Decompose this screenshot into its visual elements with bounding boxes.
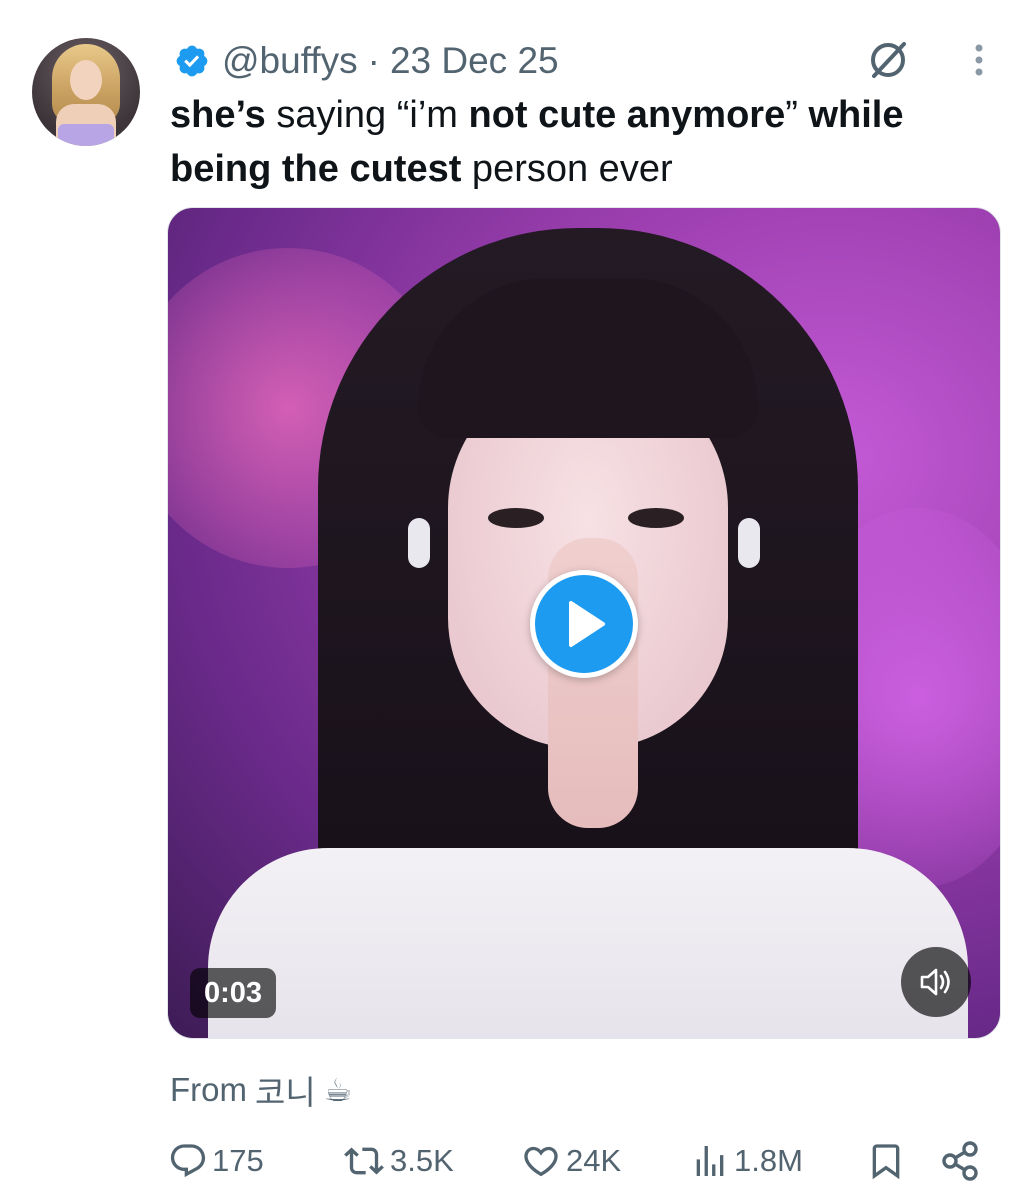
avatar[interactable] — [32, 38, 140, 146]
post-text-segment: not cute anymore — [468, 94, 786, 136]
post-text-segment: saying “i’m — [265, 94, 469, 136]
earpiece — [408, 518, 430, 568]
like-count: 24K — [566, 1143, 622, 1178]
earpiece — [738, 518, 760, 568]
video-subject-eye — [628, 508, 684, 528]
play-icon — [569, 601, 605, 647]
bookmark-button[interactable] — [866, 1136, 906, 1186]
views-button[interactable]: 1.8M — [690, 1136, 803, 1186]
post-date[interactable]: 23 Dec 25 — [390, 40, 559, 82]
like-icon — [524, 1146, 558, 1177]
post-header: @buffys · 23 Dec 25 — [172, 38, 559, 84]
video-duration: 0:03 — [190, 968, 277, 1018]
bookmark-icon — [872, 1144, 900, 1180]
volume-button[interactable] — [901, 947, 971, 1017]
verified-badge-icon — [172, 41, 212, 81]
header-separator: · — [367, 40, 380, 81]
action-bar: 175 3.5K 24K 1.8M — [168, 1136, 990, 1186]
video-subject-eye — [488, 508, 544, 528]
avatar-face — [70, 60, 102, 100]
source-label: From — [170, 1071, 247, 1108]
volume-icon — [920, 968, 950, 996]
reply-count: 175 — [212, 1143, 264, 1178]
avatar-dress — [58, 124, 114, 146]
reply-button[interactable]: 175 — [168, 1136, 264, 1186]
video-player[interactable]: 0:03 — [167, 207, 1001, 1039]
post-text-segment: ” — [785, 94, 809, 136]
repost-icon — [344, 1147, 384, 1175]
more-vertical-icon[interactable] — [968, 40, 990, 80]
play-button[interactable] — [530, 570, 638, 678]
video-subject-shirt — [208, 848, 968, 1038]
source-name[interactable]: 코니 — [255, 1066, 316, 1114]
post-text-segment: she’s — [170, 94, 266, 136]
post-text: she’s saying “i’m not cute anymore” whil… — [170, 88, 1000, 196]
post-text-segment: person ever — [461, 148, 673, 190]
share-icon — [942, 1141, 978, 1181]
author-handle[interactable]: @buffys — [222, 40, 358, 82]
grok-icon[interactable] — [864, 36, 912, 84]
share-button[interactable] — [940, 1136, 982, 1186]
coffee-emoji: ☕ — [323, 1072, 353, 1108]
repost-count: 3.5K — [390, 1143, 454, 1178]
like-button[interactable]: 24K — [520, 1136, 621, 1186]
media-source: From 코니 ☕ — [170, 1066, 352, 1114]
reply-icon — [170, 1144, 206, 1178]
views-icon — [696, 1146, 724, 1176]
repost-button[interactable]: 3.5K — [342, 1136, 454, 1186]
views-count: 1.8M — [734, 1143, 803, 1178]
